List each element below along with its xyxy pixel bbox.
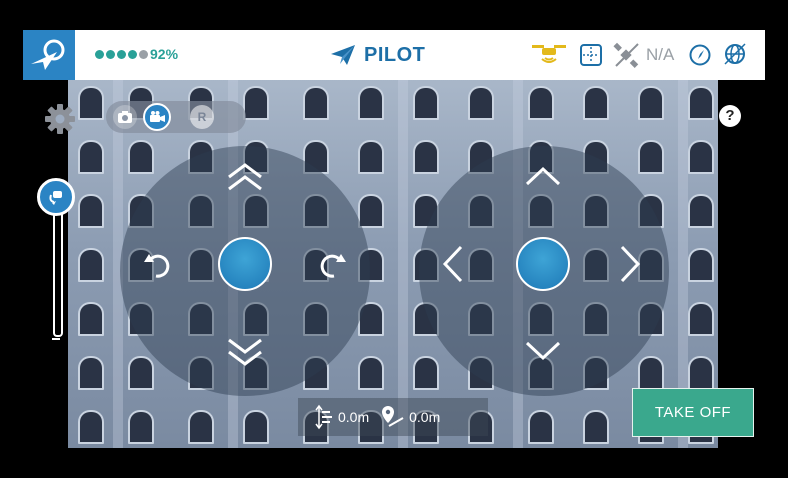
satellite-icon (613, 42, 639, 68)
building-window (468, 86, 494, 120)
telemetry-panel: 0.0m 0.0m (298, 398, 488, 436)
battery-percent: 92% (150, 46, 179, 62)
gear-icon[interactable] (44, 103, 76, 135)
battery-dot (106, 49, 115, 59)
height-value: 0.0m (338, 409, 370, 425)
building-window (358, 194, 384, 228)
building-window (78, 302, 104, 336)
rotate-right-icon (320, 254, 346, 278)
altitude-slider-min-mark (52, 338, 60, 340)
building-window (638, 356, 664, 390)
building-window (413, 356, 439, 390)
video-camera-icon (150, 111, 165, 122)
building-window (528, 410, 554, 444)
building-window (688, 140, 714, 174)
building-window (688, 86, 714, 120)
battery-dot (128, 49, 137, 59)
left-joystick-knob[interactable] (218, 237, 272, 291)
building-window (688, 356, 714, 390)
photo-mode-button[interactable] (113, 105, 137, 129)
globe-target-icon[interactable] (723, 42, 747, 66)
battery-dot (139, 49, 148, 59)
building-window (78, 194, 104, 228)
building-window (688, 248, 714, 282)
distance-pin-icon (382, 406, 404, 427)
building-window (583, 410, 609, 444)
altitude-slider-handle[interactable] (37, 178, 75, 216)
building-window (303, 86, 329, 120)
help-button[interactable]: ? (719, 105, 741, 127)
drone-arrow-icon (49, 191, 62, 205)
building-window (243, 86, 269, 120)
distance-value: 0.0m (409, 409, 441, 425)
building-window (78, 356, 104, 390)
building-window (413, 86, 439, 120)
drone-signal-icon[interactable] (530, 42, 568, 68)
compass-icon[interactable] (689, 44, 711, 66)
building-window (128, 140, 154, 174)
building-window (358, 86, 384, 120)
record-mode-button[interactable]: R (190, 105, 214, 129)
building-window (78, 86, 104, 120)
building-window (128, 410, 154, 444)
double-chevron-up-icon (228, 163, 262, 191)
camera-icon (118, 111, 132, 123)
app-logo[interactable] (23, 30, 75, 80)
right-joystick-knob[interactable] (516, 237, 570, 291)
building-window (78, 248, 104, 282)
building-window (688, 302, 714, 336)
rotate-left-icon (144, 254, 170, 278)
app-title: PILOT (364, 43, 426, 66)
building-window (583, 86, 609, 120)
grid-icon[interactable] (580, 44, 602, 66)
building-pillar (398, 78, 408, 448)
building-window (78, 410, 104, 444)
altitude-slider-track[interactable] (53, 205, 63, 337)
page-title: PILOT (330, 42, 425, 68)
building-window (638, 86, 664, 120)
building-window (638, 140, 664, 174)
battery-dot (95, 49, 104, 59)
paper-plane-icon (331, 45, 355, 65)
building-window (528, 86, 554, 120)
double-chevron-down-icon (228, 338, 262, 366)
video-mode-button[interactable] (143, 103, 171, 131)
take-off-button[interactable]: TAKE OFF (632, 388, 754, 437)
paper-plane-logo-icon (31, 39, 65, 70)
chevron-down-icon (525, 341, 561, 361)
building-window (78, 140, 104, 174)
chevron-up-icon (525, 166, 561, 186)
building-window (243, 410, 269, 444)
building-window (188, 410, 214, 444)
building-window (413, 140, 439, 174)
chevron-left-icon (442, 245, 463, 283)
building-window (688, 194, 714, 228)
building-window (128, 356, 154, 390)
chevron-right-icon (620, 245, 641, 283)
height-icon (315, 404, 332, 430)
gps-status: N/A (646, 45, 675, 64)
battery-indicator: 92% (95, 46, 178, 62)
building-window (358, 140, 384, 174)
battery-dot (117, 49, 126, 59)
building-window (358, 356, 384, 390)
